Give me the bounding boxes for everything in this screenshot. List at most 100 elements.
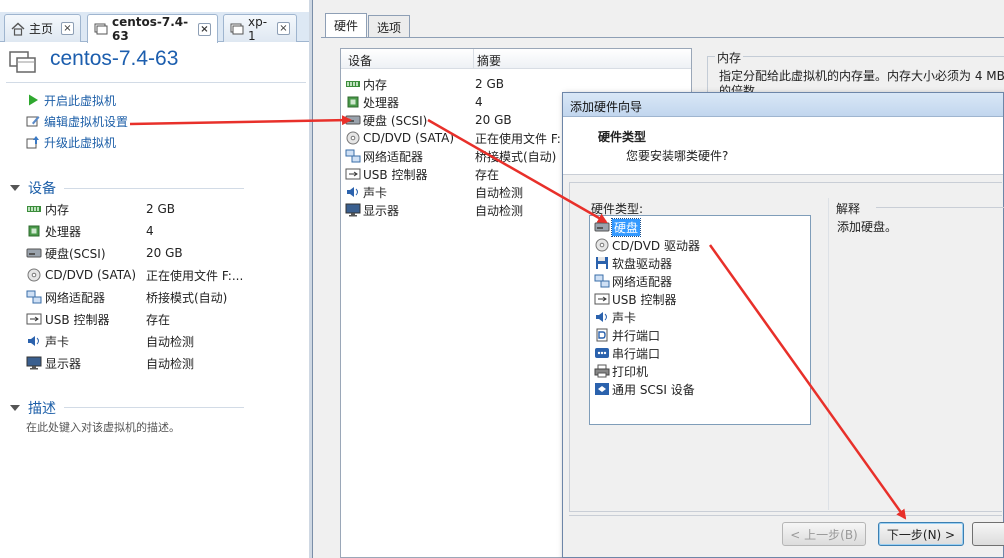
device-summary: 20 GB bbox=[475, 113, 512, 127]
tab-centos[interactable]: centos-7.4-63 × bbox=[87, 14, 218, 43]
device-row-cd-dvd[interactable]: CD/DVD (SATA) 正在使用文件 F:... bbox=[26, 264, 256, 286]
list-item-network[interactable]: 网络适配器 bbox=[594, 272, 672, 290]
list-item-parallel-port[interactable]: 并行端口 bbox=[594, 326, 660, 344]
sound-card-icon bbox=[28, 336, 39, 346]
list-item-scsi[interactable]: 通用 SCSI 设备 bbox=[594, 380, 695, 398]
list-item-usb[interactable]: USB 控制器 bbox=[594, 290, 676, 308]
explanation-label: 解释 bbox=[836, 202, 861, 216]
processor-icon bbox=[28, 225, 40, 237]
device-summary: 4 bbox=[475, 95, 483, 109]
list-item-memory[interactable]: 内存 2 GB bbox=[345, 75, 689, 93]
divider bbox=[64, 188, 244, 189]
floppy-icon bbox=[596, 257, 608, 269]
explanation-text: 添加硬盘。 bbox=[837, 220, 898, 234]
action-label: 升级此虚拟机 bbox=[44, 135, 117, 150]
list-item-printer[interactable]: 打印机 bbox=[594, 362, 648, 380]
vm-icon bbox=[94, 23, 108, 35]
close-icon[interactable]: × bbox=[277, 22, 290, 35]
network-adapter-icon bbox=[26, 290, 42, 304]
tab-label: xp-1 bbox=[248, 14, 268, 43]
device-row-processor[interactable]: 处理器 4 bbox=[26, 220, 256, 242]
divider bbox=[876, 207, 1004, 208]
device-row-sound[interactable]: 声卡 自动检测 bbox=[26, 330, 256, 352]
column-header-summary[interactable]: 摘要 bbox=[477, 52, 501, 69]
edit-settings-icon bbox=[26, 116, 40, 127]
device-summary: 桥接模式(自动) bbox=[475, 149, 557, 164]
edit-settings-link[interactable]: 编辑虚拟机设置 bbox=[26, 112, 128, 130]
hardware-type-label: 网络适配器 bbox=[612, 274, 673, 289]
power-on-link[interactable]: 开启此虚拟机 bbox=[26, 91, 116, 109]
divider bbox=[64, 407, 244, 408]
action-label: 开启此虚拟机 bbox=[44, 93, 117, 108]
tab-hardware[interactable]: 硬件 bbox=[325, 13, 368, 37]
list-item-cd-dvd[interactable]: CD/DVD 驱动器 bbox=[594, 236, 700, 254]
device-value: 2 GB bbox=[146, 202, 175, 216]
devices-section-header[interactable]: 设备 bbox=[10, 178, 56, 198]
device-name: CD/DVD (SATA) bbox=[45, 268, 137, 282]
device-value: 自动检测 bbox=[146, 334, 195, 349]
list-item-sound[interactable]: 声卡 bbox=[594, 308, 636, 326]
collapse-triangle-icon[interactable] bbox=[10, 185, 20, 191]
divider bbox=[569, 515, 1002, 516]
tab-home[interactable]: 主页 × bbox=[4, 14, 81, 42]
hard-disk-icon bbox=[345, 115, 361, 125]
hardware-type-label: 打印机 bbox=[612, 364, 649, 379]
hardware-type-list[interactable]: 硬盘 CD/DVD 驱动器 软盘驱动器 网络适配器 USB 控制器 声卡 并行端… bbox=[589, 215, 811, 425]
column-separator[interactable] bbox=[473, 49, 474, 69]
serial-port-icon bbox=[595, 348, 609, 358]
vm-summary-panel: 主页 × centos-7.4-63 × xp-1 × centos-7.4-6… bbox=[0, 0, 312, 558]
display-icon bbox=[345, 203, 361, 217]
sound-card-icon bbox=[347, 187, 358, 197]
back-button[interactable]: < 上一步(B) bbox=[782, 522, 866, 546]
list-item-hard-disk[interactable]: 硬盘 bbox=[594, 217, 642, 237]
list-item-floppy[interactable]: 软盘驱动器 bbox=[594, 254, 672, 272]
usb-icon bbox=[26, 313, 42, 325]
device-value: 自动检测 bbox=[146, 356, 195, 371]
device-row-memory[interactable]: 内存 2 GB bbox=[26, 198, 256, 220]
device-name: 硬盘(SCSI) bbox=[45, 246, 106, 261]
device-value: 桥接模式(自动) bbox=[146, 290, 228, 305]
collapse-triangle-icon[interactable] bbox=[10, 405, 20, 411]
tab-options[interactable]: 选项 bbox=[368, 15, 411, 37]
description-placeholder[interactable]: 在此处键入对该虚拟机的描述。 bbox=[26, 419, 180, 435]
next-button[interactable]: 下一步(N) > bbox=[878, 522, 964, 546]
tab-xp[interactable]: xp-1 × bbox=[223, 14, 297, 43]
device-value: 正在使用文件 F:... bbox=[146, 268, 244, 283]
device-row-display[interactable]: 显示器 自动检测 bbox=[26, 352, 256, 374]
device-summary: 自动检测 bbox=[475, 203, 524, 218]
device-name: USB 控制器 bbox=[45, 312, 110, 327]
hardware-type-label: 通用 SCSI 设备 bbox=[612, 382, 695, 397]
usb-icon bbox=[594, 293, 610, 305]
cancel-button[interactable] bbox=[972, 522, 1004, 546]
cd-dvd-icon bbox=[346, 131, 360, 145]
home-icon bbox=[11, 22, 25, 36]
tab-bar: 主页 × centos-7.4-63 × xp-1 × bbox=[0, 12, 312, 43]
memory-icon bbox=[346, 81, 360, 87]
usb-icon bbox=[345, 168, 361, 180]
device-summary: 正在使用文件 F: bbox=[475, 131, 561, 146]
device-name: 显示器 bbox=[45, 356, 82, 371]
device-row-network[interactable]: 网络适配器 桥接模式(自动) bbox=[26, 286, 256, 308]
upgrade-link[interactable]: 升级此虚拟机 bbox=[26, 133, 116, 151]
device-name: 声卡 bbox=[363, 185, 388, 200]
sound-card-icon bbox=[596, 312, 607, 322]
device-row-usb[interactable]: USB 控制器 存在 bbox=[26, 308, 256, 330]
close-icon[interactable]: × bbox=[198, 22, 211, 36]
device-name: 内存 bbox=[363, 77, 388, 92]
divider bbox=[6, 82, 306, 83]
vm-title: centos-7.4-63 bbox=[50, 47, 179, 70]
hardware-type-label: USB 控制器 bbox=[612, 292, 677, 307]
column-header-device[interactable]: 设备 bbox=[348, 52, 372, 69]
device-summary: 存在 bbox=[475, 167, 500, 182]
hardware-type-label: 并行端口 bbox=[612, 328, 661, 343]
device-row-hard-disk[interactable]: 硬盘(SCSI) 20 GB bbox=[26, 242, 256, 264]
close-icon[interactable]: × bbox=[61, 22, 74, 35]
list-item-serial-port[interactable]: 串行端口 bbox=[594, 344, 660, 362]
tab-label: 主页 bbox=[29, 22, 54, 36]
description-section-header[interactable]: 描述 bbox=[10, 398, 56, 418]
vm-icon bbox=[230, 23, 244, 34]
hardware-type-label: 软盘驱动器 bbox=[612, 256, 673, 271]
display-icon bbox=[26, 356, 42, 370]
memory-icon bbox=[27, 206, 41, 212]
device-name: USB 控制器 bbox=[363, 167, 428, 182]
